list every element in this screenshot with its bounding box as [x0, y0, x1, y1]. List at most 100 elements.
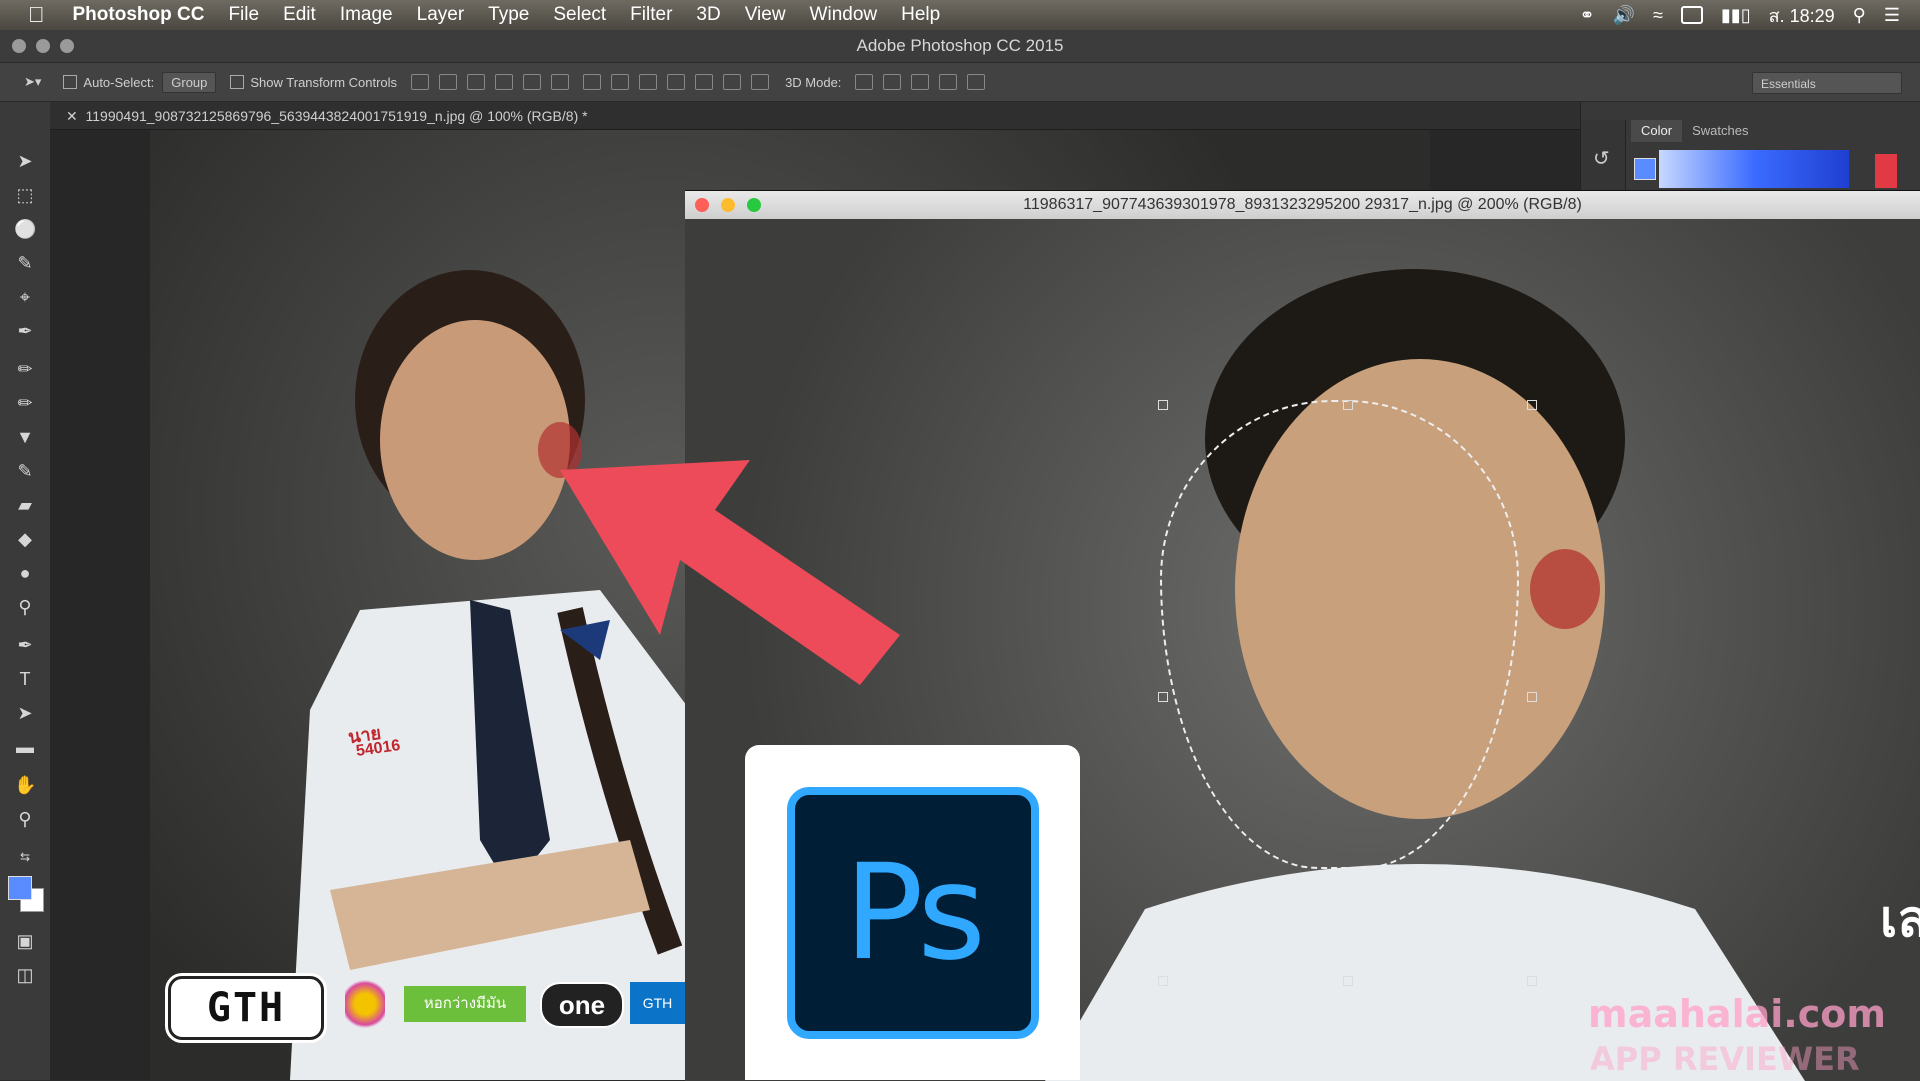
- workspace-selector[interactable]: Essentials: [1752, 72, 1902, 94]
- window2-close-button[interactable]: [695, 198, 709, 212]
- tab-swatches[interactable]: Swatches: [1682, 120, 1758, 142]
- wifi-icon[interactable]: ≈: [1653, 5, 1663, 26]
- window2-controls: [695, 198, 761, 212]
- document-window-2-title: 11986317_907743639301978_8931323295200 2…: [1023, 196, 1582, 213]
- align-hcenter-icon[interactable]: [523, 74, 542, 90]
- menu-select[interactable]: Select: [553, 4, 606, 26]
- window2-zoom-button[interactable]: [747, 198, 761, 212]
- type-tool-icon[interactable]: T: [14, 668, 36, 690]
- brush-tool-icon[interactable]: ✏: [14, 392, 36, 414]
- foreground-color-swatch[interactable]: [8, 876, 32, 900]
- clock[interactable]: ส. 18:29: [1769, 1, 1835, 30]
- close-tab-icon[interactable]: ✕: [66, 108, 78, 124]
- app-window-title: Adobe Photoshop CC 2015: [856, 36, 1064, 55]
- 3d-roll-icon[interactable]: [883, 74, 902, 90]
- menu-help[interactable]: Help: [901, 4, 940, 26]
- align-vcenter-icon[interactable]: [439, 74, 458, 90]
- transform-handle-bottom-right[interactable]: [1527, 976, 1537, 986]
- crop-tool-icon[interactable]: ⌖: [14, 286, 36, 308]
- align-top-icon[interactable]: [411, 74, 430, 90]
- color-panel-accent-swatch[interactable]: [1875, 154, 1897, 188]
- hand-tool-icon[interactable]: ✋: [14, 774, 36, 796]
- transform-handle-top-center[interactable]: [1343, 400, 1353, 410]
- auto-align-icon[interactable]: [751, 74, 770, 90]
- 3d-slide-icon[interactable]: [939, 74, 958, 90]
- screen-mode-icon[interactable]: ◫: [14, 964, 36, 986]
- color-spectrum-bar[interactable]: [1659, 150, 1849, 188]
- menu-layer[interactable]: Layer: [417, 4, 465, 26]
- battery-icon[interactable]: ▮▮▯: [1721, 5, 1751, 26]
- auto-select-checkbox[interactable]: [63, 74, 83, 91]
- transform-handle-middle-left[interactable]: [1158, 692, 1168, 702]
- transform-handle-top-left[interactable]: [1158, 400, 1168, 410]
- swap-colors-icon[interactable]: ⇆: [14, 846, 36, 868]
- window2-minimize-button[interactable]: [721, 198, 735, 212]
- align-left-icon[interactable]: [495, 74, 514, 90]
- clone-stamp-tool-icon[interactable]: ▼: [14, 426, 36, 448]
- 3d-mode-buttons: [855, 74, 986, 90]
- document-window-2-titlebar[interactable]: 11986317_907743639301978_8931323295200 2…: [685, 191, 1920, 219]
- green-banner-logo: หอกว่างมีมัน: [404, 986, 526, 1022]
- dodge-tool-icon[interactable]: ⚲: [14, 596, 36, 618]
- input-source-icon[interactable]: [1680, 6, 1703, 24]
- distribute-left-icon[interactable]: [667, 74, 686, 90]
- distribute-hcenter-icon[interactable]: [695, 74, 714, 90]
- auto-select-dropdown[interactable]: Group: [162, 71, 217, 93]
- 3d-scale-icon[interactable]: [967, 74, 986, 90]
- transform-handle-bottom-left[interactable]: [1158, 976, 1168, 986]
- minimize-window-button[interactable]: [36, 39, 50, 53]
- menu-type[interactable]: Type: [488, 4, 529, 26]
- paint-bucket-tool-icon[interactable]: ◆: [14, 528, 36, 550]
- app-menu[interactable]: Photoshop CC: [73, 4, 205, 26]
- apple-menu-icon[interactable]: : [28, 2, 45, 28]
- distribute-vcenter-icon[interactable]: [611, 74, 630, 90]
- move-tool-preset-icon[interactable]: ➤▾: [24, 74, 41, 90]
- quick-select-tool-icon[interactable]: ✎: [14, 252, 36, 274]
- transform-handle-middle-right[interactable]: [1527, 692, 1537, 702]
- menu-view[interactable]: View: [745, 4, 786, 26]
- zoom-tool-icon[interactable]: ⚲: [14, 808, 36, 830]
- transform-handle-top-right[interactable]: [1527, 400, 1537, 410]
- pen-tool-icon[interactable]: ✒: [14, 634, 36, 656]
- align-buttons: [411, 74, 570, 90]
- creative-cloud-icon[interactable]: ⚭: [1580, 5, 1595, 26]
- transform-handle-bottom-center[interactable]: [1343, 976, 1353, 986]
- align-right-icon[interactable]: [551, 74, 570, 90]
- spotlight-search-icon[interactable]: ⚲: [1853, 5, 1866, 26]
- history-panel-icon[interactable]: ↺: [1593, 146, 1610, 171]
- 3d-drag-icon[interactable]: [911, 74, 930, 90]
- photoshop-logo-icon: Ps: [787, 787, 1039, 1039]
- show-transform-checkbox[interactable]: [230, 74, 250, 91]
- tab-color[interactable]: Color: [1631, 120, 1683, 142]
- lasso-tool-icon[interactable]: ⚪: [14, 218, 36, 240]
- quick-mask-icon[interactable]: ▣: [14, 930, 36, 952]
- rectangle-tool-icon[interactable]: ▬: [14, 736, 36, 758]
- menu-3d[interactable]: 3D: [696, 4, 720, 26]
- menu-edit[interactable]: Edit: [283, 4, 316, 26]
- eraser-tool-icon[interactable]: ▰: [14, 494, 36, 516]
- 3d-rotate-icon[interactable]: [855, 74, 874, 90]
- close-window-button[interactable]: [12, 39, 26, 53]
- volume-icon[interactable]: 🔊: [1613, 5, 1635, 26]
- watermark-tagline: APP REVIEWER: [1590, 1040, 1860, 1078]
- color-panel-tabs: Color Swatches: [1631, 120, 1758, 142]
- document-tab[interactable]: ✕ 11990491_908732125869796_5639443824001…: [50, 102, 1580, 130]
- blur-tool-icon[interactable]: ●: [14, 562, 36, 584]
- distribute-right-icon[interactable]: [723, 74, 742, 90]
- healing-brush-tool-icon[interactable]: ✏: [14, 358, 36, 380]
- menu-filter[interactable]: Filter: [630, 4, 672, 26]
- menu-file[interactable]: File: [228, 4, 259, 26]
- path-select-tool-icon[interactable]: ➤: [14, 702, 36, 724]
- history-brush-tool-icon[interactable]: ✎: [14, 460, 36, 482]
- align-bottom-icon[interactable]: [467, 74, 486, 90]
- eyedropper-tool-icon[interactable]: ✒: [14, 320, 36, 342]
- move-tool-icon[interactable]: ➤: [14, 150, 36, 172]
- marquee-tool-icon[interactable]: ⬚: [14, 184, 36, 206]
- zoom-window-button[interactable]: [60, 39, 74, 53]
- notification-center-icon[interactable]: ☰: [1884, 5, 1900, 26]
- color-panel-foreground-swatch[interactable]: [1634, 158, 1656, 180]
- distribute-top-icon[interactable]: [583, 74, 602, 90]
- menu-image[interactable]: Image: [340, 4, 393, 26]
- distribute-bottom-icon[interactable]: [639, 74, 658, 90]
- menu-window[interactable]: Window: [810, 4, 878, 26]
